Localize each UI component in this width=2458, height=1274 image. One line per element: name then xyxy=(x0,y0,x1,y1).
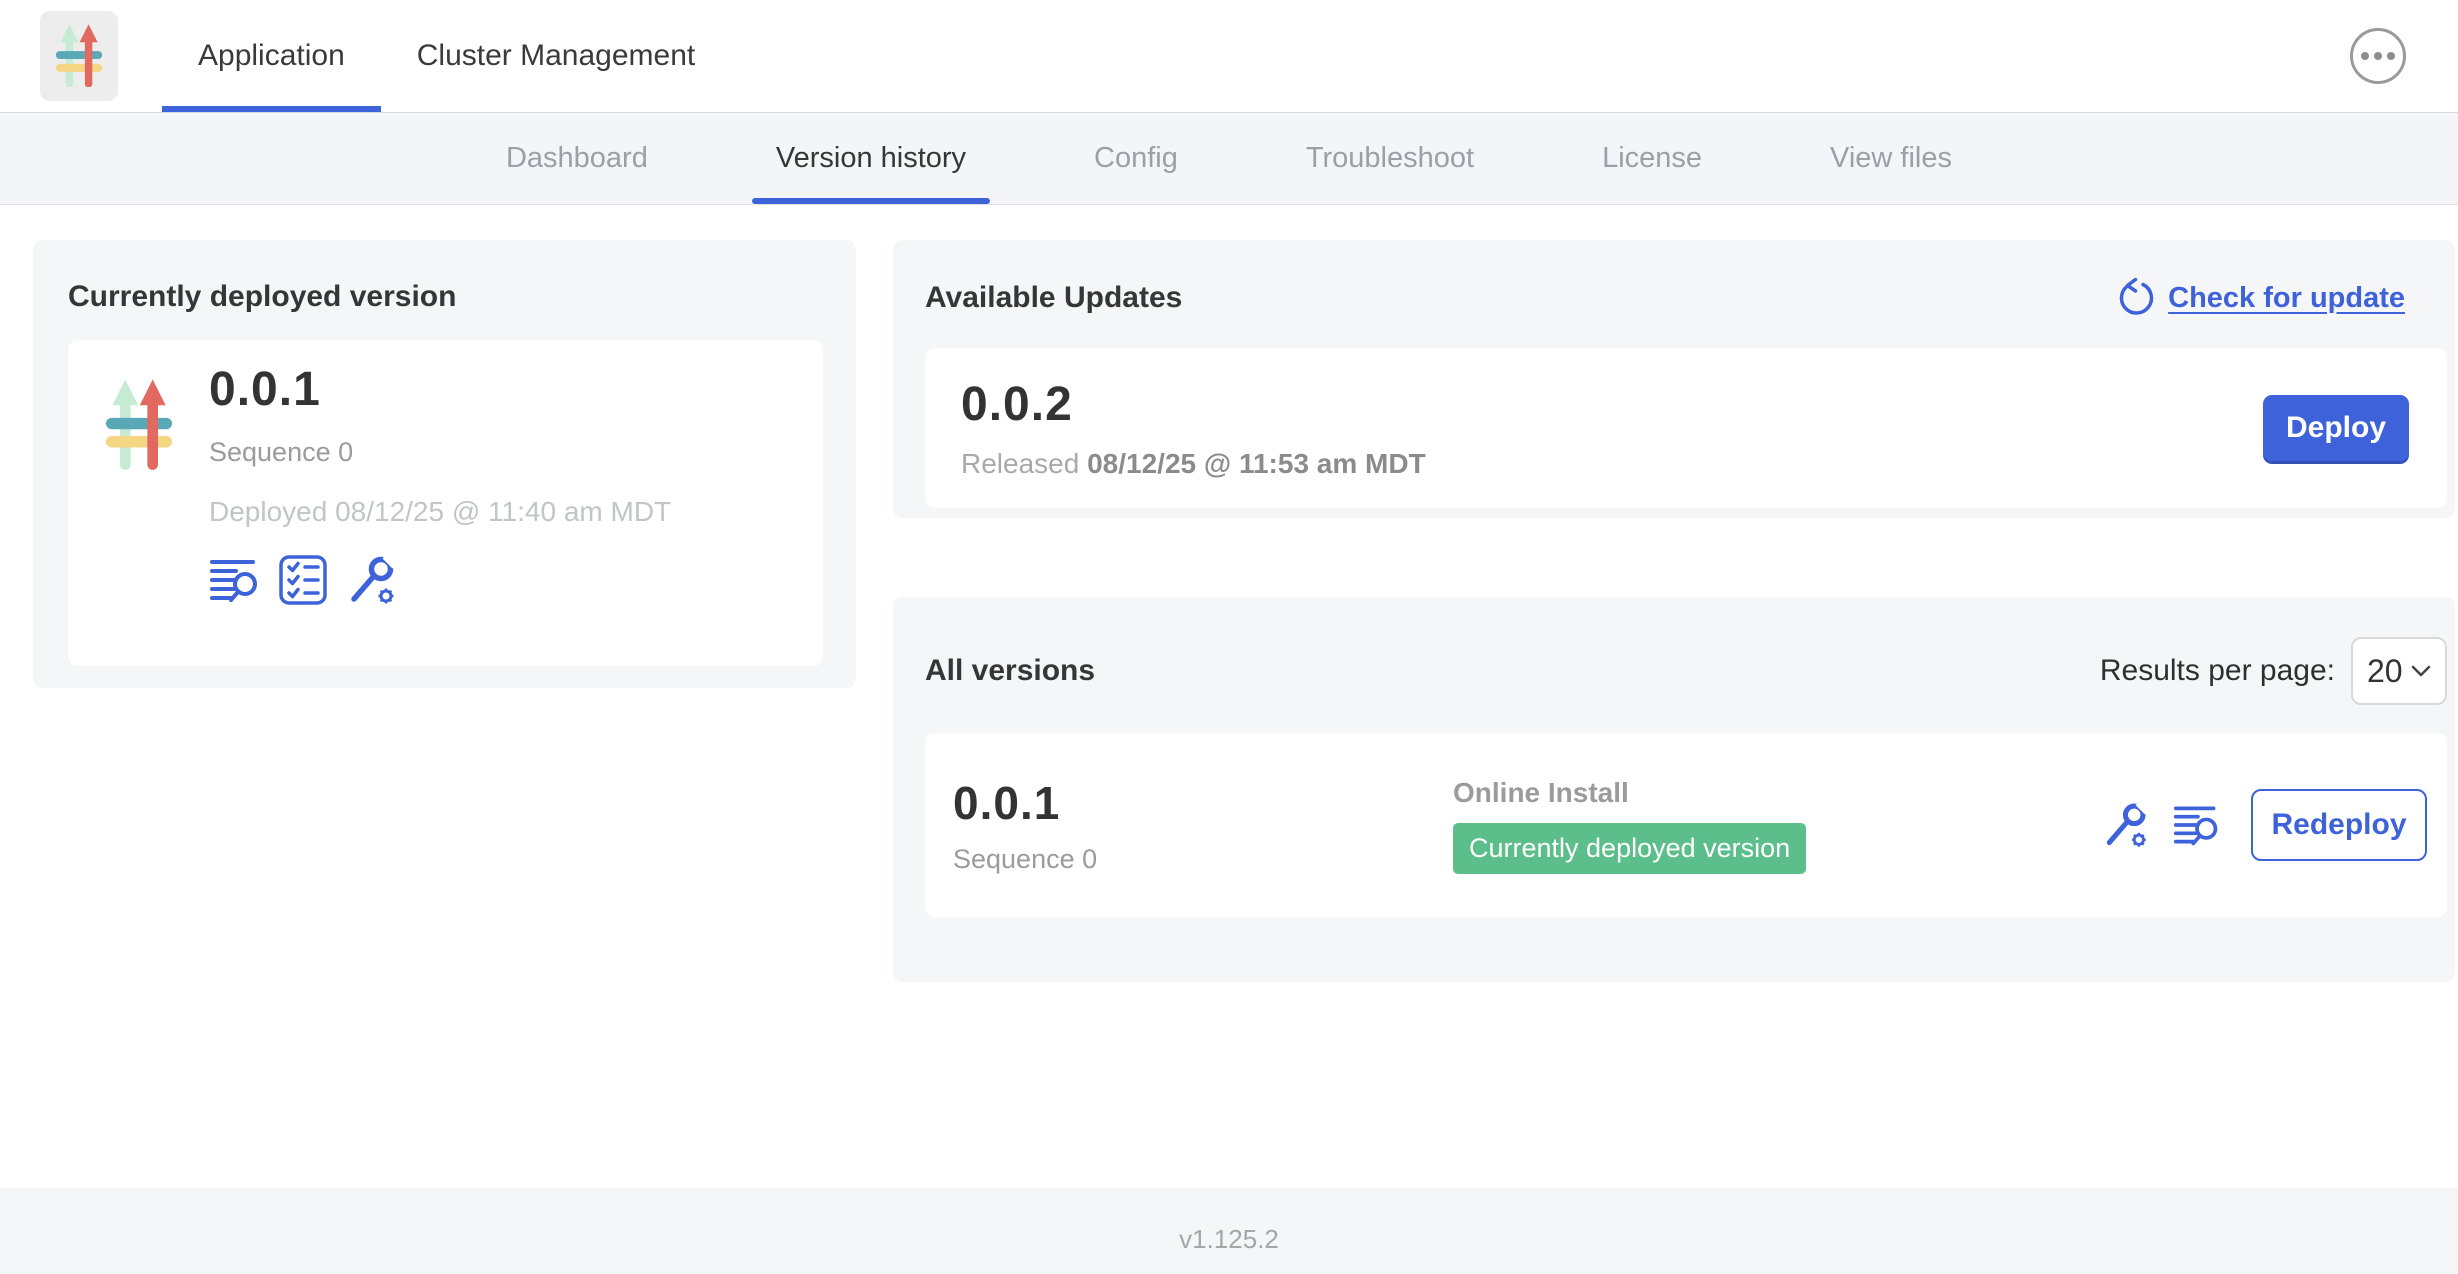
app-subnav: Dashboard Version history Config Trouble… xyxy=(0,113,2458,205)
page-footer: v1.125.2 xyxy=(0,1188,2458,1274)
update-version-number: 0.0.2 xyxy=(961,377,1426,432)
currently-deployed-badge: Currently deployed version xyxy=(1453,823,1806,874)
check-for-update-link[interactable]: Check for update xyxy=(2116,278,2405,318)
row-install-block: Online Install Currently deployed versio… xyxy=(1453,777,2101,874)
install-type-label: Online Install xyxy=(1453,777,2101,809)
row-actions xyxy=(2101,801,2221,849)
subnav-license[interactable]: License xyxy=(1602,113,1702,204)
subnav-version-history[interactable]: Version history xyxy=(776,113,966,204)
tab-cluster-management[interactable]: Cluster Management xyxy=(381,0,731,112)
deployed-version-number: 0.0.1 xyxy=(209,362,671,417)
currently-deployed-card: Currently deployed version 0.0.1 Sequenc xyxy=(33,240,856,688)
app-logo[interactable] xyxy=(40,11,118,101)
deployed-version-info: 0.0.1 Sequence 0 Deployed 08/12/25 @ 11:… xyxy=(209,362,671,666)
console-version: v1.125.2 xyxy=(1179,1208,1279,1255)
results-per-page: Results per page: 20 xyxy=(2100,637,2447,705)
check-for-update-label: Check for update xyxy=(2168,282,2405,315)
all-versions-card: All versions Results per page: 20 0.0.1 … xyxy=(893,597,2455,982)
logs-icon[interactable] xyxy=(209,554,261,606)
deploy-button[interactable]: Deploy xyxy=(2263,395,2409,461)
chevron-down-icon xyxy=(2411,665,2431,677)
available-update-row: 0.0.2 Released 08/12/25 @ 11:53 am MDT D… xyxy=(925,348,2447,508)
right-column: Available Updates Check for update 0.0.2 xyxy=(893,240,2455,1188)
app-logo-icon xyxy=(101,374,177,666)
released-label: Released xyxy=(961,448,1079,479)
subnav-dashboard[interactable]: Dashboard xyxy=(506,113,648,204)
subnav-troubleshoot[interactable]: Troubleshoot xyxy=(1306,113,1474,204)
ellipsis-icon xyxy=(2361,52,2369,60)
available-updates-title: Available Updates xyxy=(925,281,1182,315)
top-navbar: Application Cluster Management xyxy=(0,0,2458,113)
subnav-config[interactable]: Config xyxy=(1094,113,1178,204)
app-logo-icon xyxy=(52,21,106,92)
update-released-line: Released 08/12/25 @ 11:53 am MDT xyxy=(961,448,1426,480)
results-per-page-label: Results per page: xyxy=(2100,654,2335,688)
deployed-timestamp: Deployed 08/12/25 @ 11:40 am MDT xyxy=(209,496,671,528)
currently-deployed-title: Currently deployed version xyxy=(68,280,823,314)
results-per-page-select[interactable]: 20 xyxy=(2351,637,2447,705)
subnav-view-files[interactable]: View files xyxy=(1830,113,1952,204)
released-timestamp: 08/12/25 @ 11:53 am MDT xyxy=(1087,448,1426,479)
redeploy-button[interactable]: Redeploy xyxy=(2251,789,2427,861)
logs-icon[interactable] xyxy=(2173,801,2221,849)
row-sequence: Sequence 0 xyxy=(953,844,1453,875)
results-per-page-value: 20 xyxy=(2367,653,2403,690)
tab-cluster-management-label: Cluster Management xyxy=(417,39,695,73)
preflight-checks-icon[interactable] xyxy=(277,554,329,606)
tab-application[interactable]: Application xyxy=(162,0,381,112)
edit-config-icon[interactable] xyxy=(345,554,397,606)
refresh-icon xyxy=(2116,278,2156,318)
overflow-menu-button[interactable] xyxy=(2350,28,2406,84)
available-updates-card: Available Updates Check for update 0.0.2 xyxy=(893,240,2455,518)
currently-deployed-version-panel: 0.0.1 Sequence 0 Deployed 08/12/25 @ 11:… xyxy=(68,340,823,666)
deployed-sequence: Sequence 0 xyxy=(209,437,671,468)
all-versions-title: All versions xyxy=(925,654,1095,688)
version-row: 0.0.1 Sequence 0 Online Install Currentl… xyxy=(925,733,2447,917)
deployed-version-actions xyxy=(209,554,671,606)
row-version-block: 0.0.1 Sequence 0 xyxy=(953,776,1453,875)
row-version-number: 0.0.1 xyxy=(953,776,1453,830)
tab-application-label: Application xyxy=(198,39,345,73)
edit-config-icon[interactable] xyxy=(2101,801,2149,849)
version-history-page: Currently deployed version 0.0.1 Sequenc xyxy=(0,205,2458,1188)
